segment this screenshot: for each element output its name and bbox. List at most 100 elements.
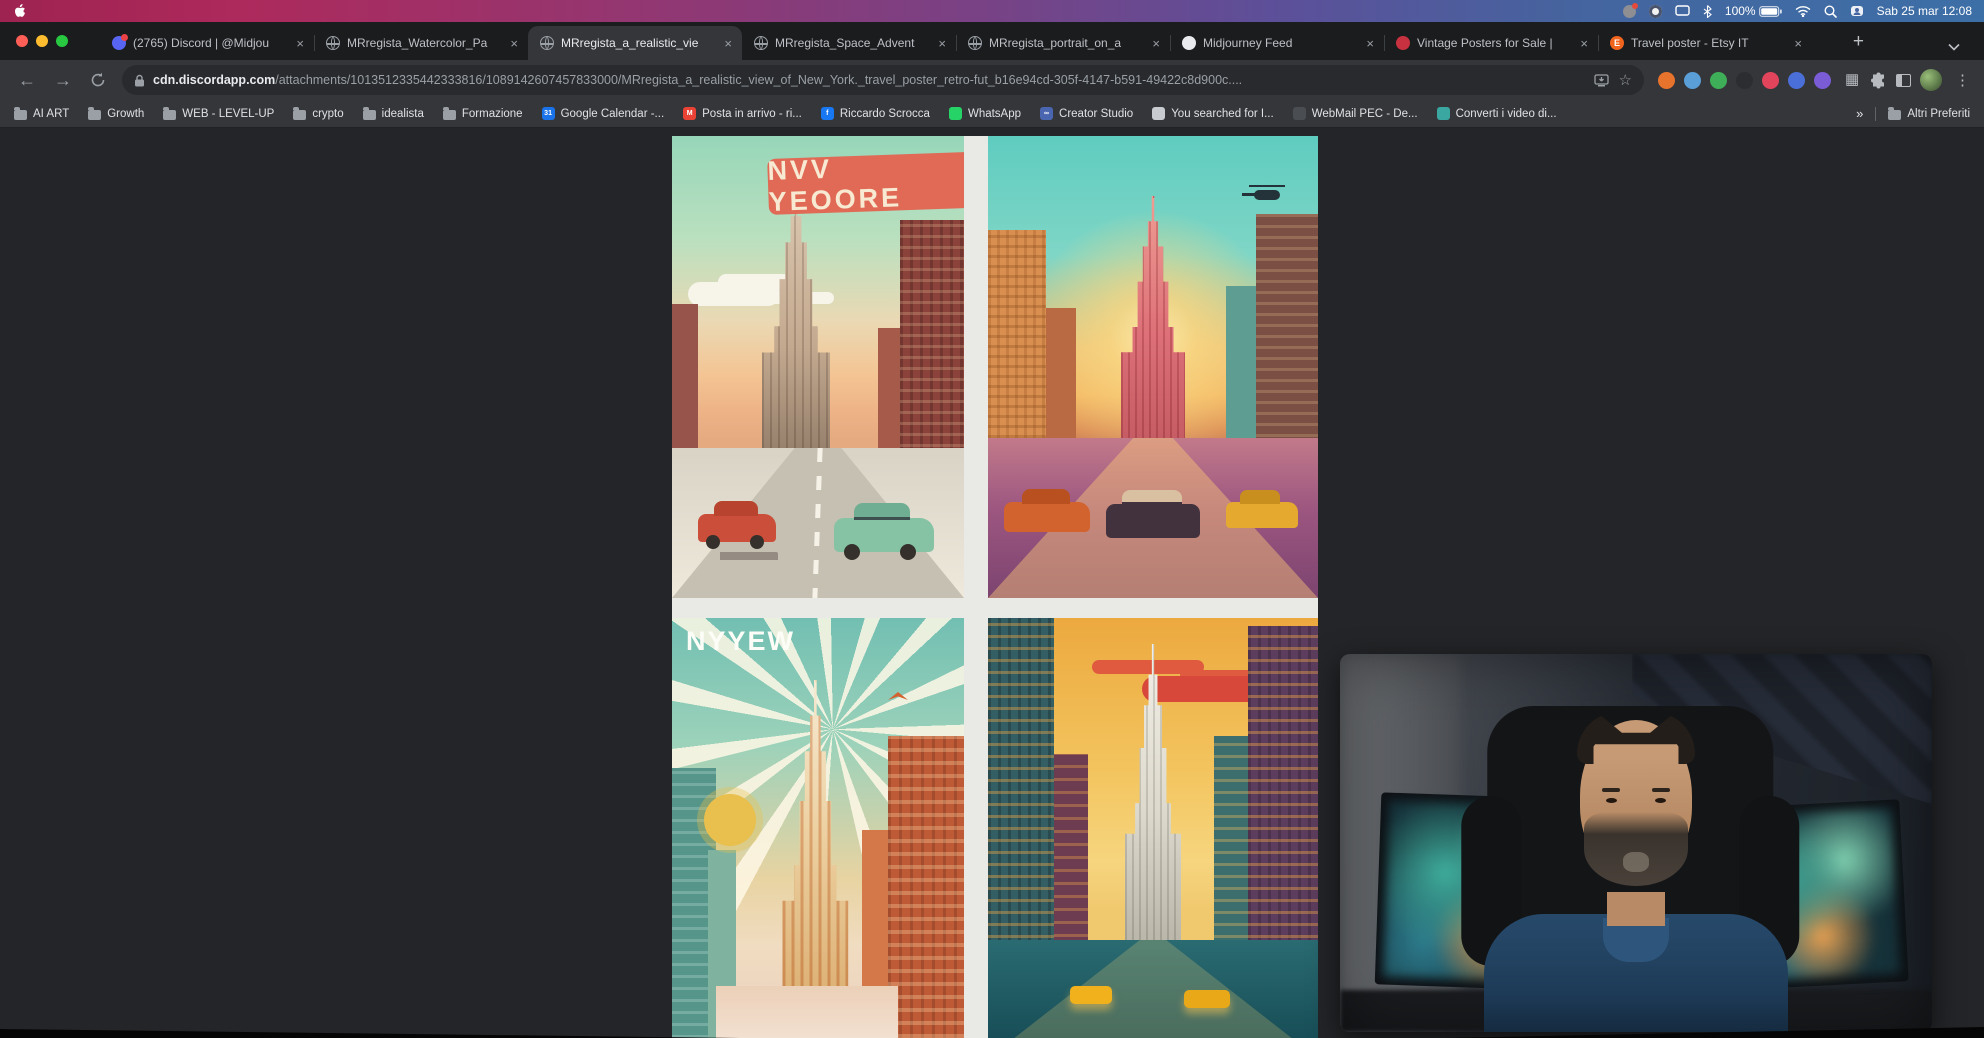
extension-icon[interactable] (1684, 72, 1701, 89)
split-screen-icon[interactable] (1896, 74, 1911, 87)
bookmark-item[interactable]: You searched for I... (1152, 107, 1274, 120)
tab-favicon (1396, 36, 1410, 50)
browser-tab[interactable]: MRregista_Watercolor_Pa × (314, 26, 528, 60)
extension-icon[interactable] (1762, 72, 1779, 89)
bookmark-label: Google Calendar -... (561, 108, 665, 120)
building (988, 618, 1054, 950)
bookmark-item[interactable]: M Posta in arrivo - ri... (683, 107, 802, 120)
bookmark-item[interactable]: WEB - LEVEL-UP (163, 108, 274, 120)
install-app-icon[interactable] (1594, 74, 1609, 87)
tab-close-icon[interactable]: × (1150, 36, 1162, 51)
tab-close-icon[interactable]: × (508, 36, 520, 51)
bookmark-item[interactable]: 31 Google Calendar -... (542, 107, 665, 120)
poster-title-banner: NVV YEOORE (767, 152, 964, 215)
bookmark-item[interactable]: WhatsApp (949, 107, 1021, 120)
toolbar-right-icons: ▦ ⋮ (1845, 69, 1984, 91)
red-vintage-car (698, 514, 776, 542)
minimize-window-button[interactable] (36, 35, 48, 47)
bookmark-item[interactable]: Formazione (443, 108, 523, 120)
midjourney-grid-image: NVV YEOORE (672, 136, 1318, 1038)
tab-search-chevron-icon[interactable] (1948, 38, 1960, 56)
tab-close-icon[interactable]: × (936, 36, 948, 51)
tab-close-icon[interactable]: × (1792, 36, 1804, 51)
bookmark-favicon (1152, 107, 1165, 120)
focus-toggle-icon[interactable] (1649, 5, 1662, 18)
bookmark-item[interactable]: idealista (363, 108, 424, 120)
fast-user-switch-icon[interactable] (1850, 5, 1864, 17)
apps-grid-icon[interactable]: ▦ (1845, 72, 1861, 88)
bookmark-item[interactable]: WebMail PEC - De... (1293, 107, 1418, 120)
tab-title: Midjourney Feed (1203, 36, 1357, 50)
yellow-taxi (1070, 986, 1112, 1004)
window-controls (16, 35, 68, 47)
bookmarks-overflow-icon[interactable]: » (1856, 106, 1863, 121)
bookmark-label: AI ART (33, 108, 69, 120)
chrome-menu-icon[interactable]: ⋮ (1955, 71, 1970, 89)
cloud (688, 282, 780, 306)
building (1256, 214, 1318, 448)
browser-tab[interactable]: MRregista_portrait_on_a × (956, 26, 1170, 60)
reload-button[interactable] (90, 72, 106, 88)
battery-status[interactable]: 100% (1725, 4, 1782, 18)
bookmark-favicon (163, 110, 176, 120)
tab-favicon (540, 36, 554, 50)
back-button[interactable]: ← (18, 70, 36, 91)
bookmark-label: Growth (107, 108, 144, 120)
new-tab-button[interactable]: + (1853, 32, 1864, 51)
browser-tab[interactable]: MRregista_a_realistic_vie × (528, 26, 742, 60)
tab-close-icon[interactable]: × (722, 36, 734, 51)
omnibox-actions: ☆ (1594, 71, 1632, 89)
extensions-puzzle-icon[interactable] (1870, 72, 1887, 89)
sun-disc (704, 794, 756, 846)
tab-close-icon[interactable]: × (1578, 36, 1590, 51)
tab-favicon (754, 36, 768, 50)
building (988, 230, 1046, 448)
bookmark-favicon (443, 110, 456, 120)
bookmark-item[interactable]: Converti i video di... (1437, 107, 1557, 120)
address-bar[interactable]: cdn.discordapp.com/attachments/101351233… (122, 65, 1644, 95)
browser-tab[interactable]: MRregista_Space_Advent × (742, 26, 956, 60)
poster-bottom-right (988, 618, 1318, 1038)
helicopter (1254, 190, 1280, 200)
other-bookmarks-folder[interactable]: Altri Preferiti (1888, 108, 1970, 120)
tab-close-icon[interactable]: × (294, 36, 306, 51)
extension-icon[interactable] (1814, 72, 1831, 89)
wifi-icon[interactable] (1795, 5, 1811, 17)
bookmark-favicon (363, 110, 376, 120)
bookmark-item[interactable]: ∞ Creator Studio (1040, 107, 1133, 120)
vignette (1340, 654, 1932, 1032)
browser-tab[interactable]: Vintage Posters for Sale | × (1384, 26, 1598, 60)
bookmark-label: WEB - LEVEL-UP (182, 108, 274, 120)
zoom-window-button[interactable] (56, 35, 68, 47)
bookmark-label: WhatsApp (968, 108, 1021, 120)
bookmark-item[interactable]: AI ART (14, 108, 69, 120)
macos-menu-bar: 100% Sab 25 mar 12:08 (0, 0, 1984, 22)
spotlight-search-icon[interactable] (1824, 5, 1837, 18)
url-host: cdn.discordapp.com (153, 73, 275, 87)
bookmark-item[interactable]: Growth (88, 108, 144, 120)
browser-tab[interactable]: Midjourney Feed × (1170, 26, 1384, 60)
building (888, 736, 964, 1038)
extension-icon[interactable] (1788, 72, 1805, 89)
update-badge-icon[interactable] (1623, 5, 1636, 18)
extension-icon[interactable] (1736, 72, 1753, 89)
browser-tab[interactable]: (2765) Discord | @Midjou × (100, 26, 314, 60)
street (988, 940, 1318, 1038)
apple-menu-icon[interactable] (14, 4, 26, 18)
close-window-button[interactable] (16, 35, 28, 47)
bookmark-item[interactable]: f Riccardo Scrocca (821, 107, 930, 120)
tab-close-icon[interactable]: × (1364, 36, 1376, 51)
bluetooth-icon[interactable] (1703, 5, 1712, 18)
display-icon[interactable] (1675, 5, 1690, 17)
forward-button[interactable]: → (54, 70, 72, 91)
profile-avatar[interactable] (1920, 69, 1942, 91)
extension-icon[interactable] (1658, 72, 1675, 89)
bookmark-item[interactable]: crypto (293, 108, 343, 120)
chrome-tab-strip: (2765) Discord | @Midjou × MRregista_Wat… (0, 22, 1984, 60)
menu-bar-clock[interactable]: Sab 25 mar 12:08 (1877, 4, 1972, 18)
extension-icon[interactable] (1710, 72, 1727, 89)
tab-title: MRregista_a_realistic_vie (561, 36, 715, 50)
bookmark-star-icon[interactable]: ☆ (1619, 71, 1632, 89)
browser-tab[interactable]: E Travel poster - Etsy IT × (1598, 26, 1812, 60)
tab-favicon: E (1610, 36, 1624, 50)
